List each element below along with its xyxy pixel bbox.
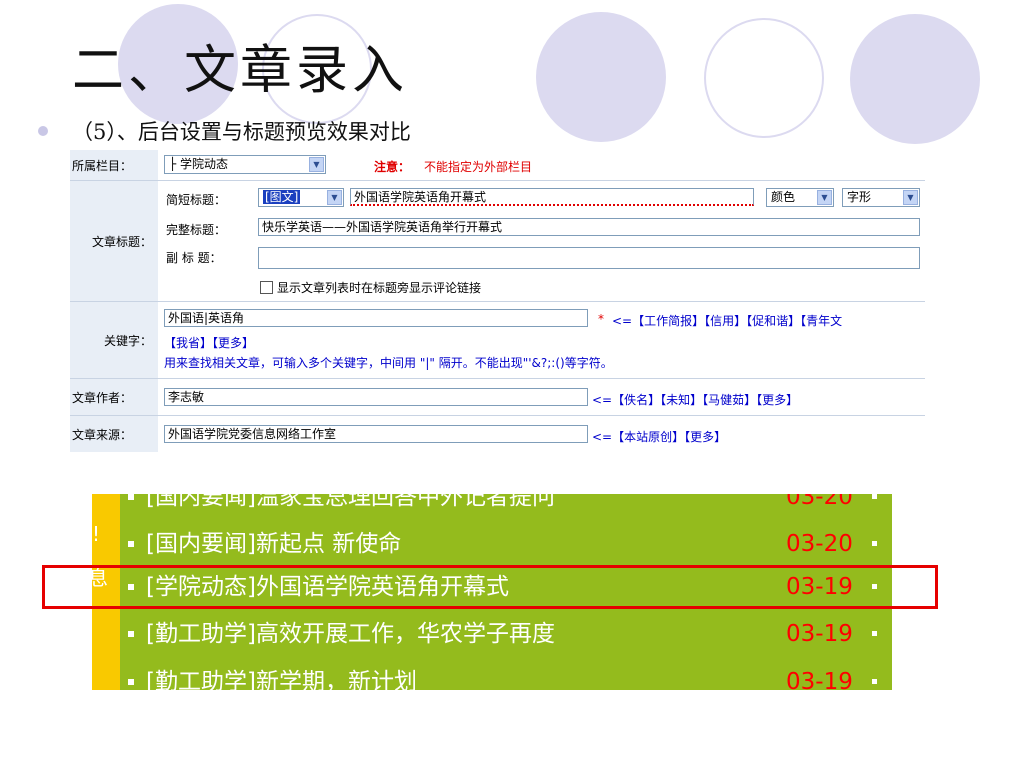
column-select-value: ├ 学院动态 (169, 157, 229, 171)
chevron-down-icon: ▼ (327, 190, 342, 205)
keywords-label: 关键字： (70, 302, 158, 378)
decor-circle-4 (704, 18, 824, 138)
author-row: 文章作者： 李志敏 <=【佚名】【未知】【马健茹】【更多】 (70, 379, 925, 415)
bullet-icon (128, 494, 134, 500)
decor-circle-3 (536, 12, 666, 142)
column-label: 所属栏目： (70, 150, 158, 180)
keywords-row: 关键字： 外国语|英语角 * <=【工作简报】【信用】【促和谐】【青年文 【我省… (70, 302, 925, 378)
full-title-input[interactable]: 快乐学英语——外国语学院英语角举行开幕式 (258, 218, 920, 236)
title-prefix-select[interactable]: [图文] ▼ (258, 188, 344, 207)
source-input[interactable]: 外国语学院党委信息网络工作室 (164, 425, 588, 443)
keywords-required-mark: * (598, 312, 604, 326)
news-item[interactable]: [勤工助学]高效开展工作，华农学子再度 03-19 (120, 614, 892, 654)
chevron-down-icon: ▼ (817, 190, 832, 205)
keywords-hint: 用来查找相关文章，可输入多个关键字，中间用 "|" 隔开。不能出现"'&?;:(… (164, 356, 613, 370)
bullet-dot-icon (38, 126, 48, 136)
highlight-box (42, 565, 938, 609)
news-title: [勤工助学]新学期，新计划 (146, 669, 417, 690)
bullet-icon (128, 631, 134, 637)
short-title-input[interactable]: 外国语学院英语角开幕式 (350, 188, 754, 206)
news-item[interactable]: [国内要闻]新起点 新使命 03-20 (120, 524, 892, 564)
column-note: 不能指定为外部栏目 (424, 160, 533, 174)
author-suggestions[interactable]: <=【佚名】【未知】【马健茹】【更多】 (592, 391, 798, 408)
source-suggestions[interactable]: <=【本站原创】【更多】 (592, 428, 726, 445)
news-title: [国内要闻]温家宝总理回答中外记者提问 (146, 494, 555, 510)
column-select[interactable]: ├ 学院动态 ▼ (164, 155, 326, 174)
short-title-label: 简短标题： (166, 193, 227, 207)
slide-title: 二、文章录入 (72, 41, 409, 101)
sidebar-char: ! (92, 522, 101, 546)
title-group-label: 文章标题： (70, 181, 158, 301)
column-note-label: 注意： (374, 160, 411, 174)
news-date: 03-20 (786, 531, 853, 557)
keywords-more-links[interactable]: 【我省】【更多】 (164, 334, 254, 351)
news-item[interactable]: [勤工助学]新学期，新计划 03-19 (120, 662, 892, 690)
bullet-icon (872, 679, 877, 684)
bullet-icon (872, 631, 877, 636)
chevron-down-icon: ▼ (309, 157, 324, 172)
source-row: 文章来源： 外国语学院党委信息网络工作室 <=【本站原创】【更多】 (70, 416, 925, 452)
news-date: 03-19 (786, 621, 853, 647)
news-title: [国内要闻]新起点 新使命 (146, 531, 402, 557)
sub-title-input[interactable] (258, 247, 920, 269)
source-label: 文章来源： (70, 416, 158, 452)
title-prefix-value: [图文] (263, 190, 301, 204)
keywords-suggestions[interactable]: <=【工作简报】【信用】【促和谐】【青年文 (612, 312, 925, 329)
news-title: [勤工助学]高效开展工作，华农学子再度 (146, 621, 555, 647)
author-input[interactable]: 李志敏 (164, 388, 588, 406)
chevron-down-icon: ▼ (903, 190, 918, 205)
column-row: 所属栏目： ├ 学院动态 ▼ 注意： 不能指定为外部栏目 (70, 150, 925, 180)
bullet-icon (128, 679, 134, 685)
sub-title-label: 副 标 题： (166, 251, 222, 265)
title-group: 文章标题： 简短标题： [图文] ▼ 外国语学院英语角开幕式 颜色 ▼ 字形 ▼… (70, 181, 925, 301)
bullet-icon (128, 541, 134, 547)
font-style-select[interactable]: 字形 ▼ (842, 188, 920, 207)
news-date: 03-20 (786, 494, 853, 510)
checkbox-icon (260, 281, 273, 294)
bullet-icon (872, 494, 877, 499)
decor-circle-5 (850, 14, 980, 144)
slide-subtitle: （5）、后台设置与标题预览效果对比 (72, 120, 411, 144)
article-entry-form: 所属栏目： ├ 学院动态 ▼ 注意： 不能指定为外部栏目 文章标题： 简短标题：… (70, 150, 925, 454)
color-select[interactable]: 颜色 ▼ (766, 188, 834, 207)
bullet-icon (872, 541, 877, 546)
keywords-input[interactable]: 外国语|英语角 (164, 309, 588, 327)
author-label: 文章作者： (70, 379, 158, 415)
comment-link-checkbox[interactable]: 显示文章列表时在标题旁显示评论链接 (260, 279, 481, 296)
news-date: 03-19 (786, 669, 853, 690)
full-title-label: 完整标题： (166, 223, 227, 237)
news-item[interactable]: [国内要闻]温家宝总理回答中外记者提问 03-20 (120, 494, 892, 517)
